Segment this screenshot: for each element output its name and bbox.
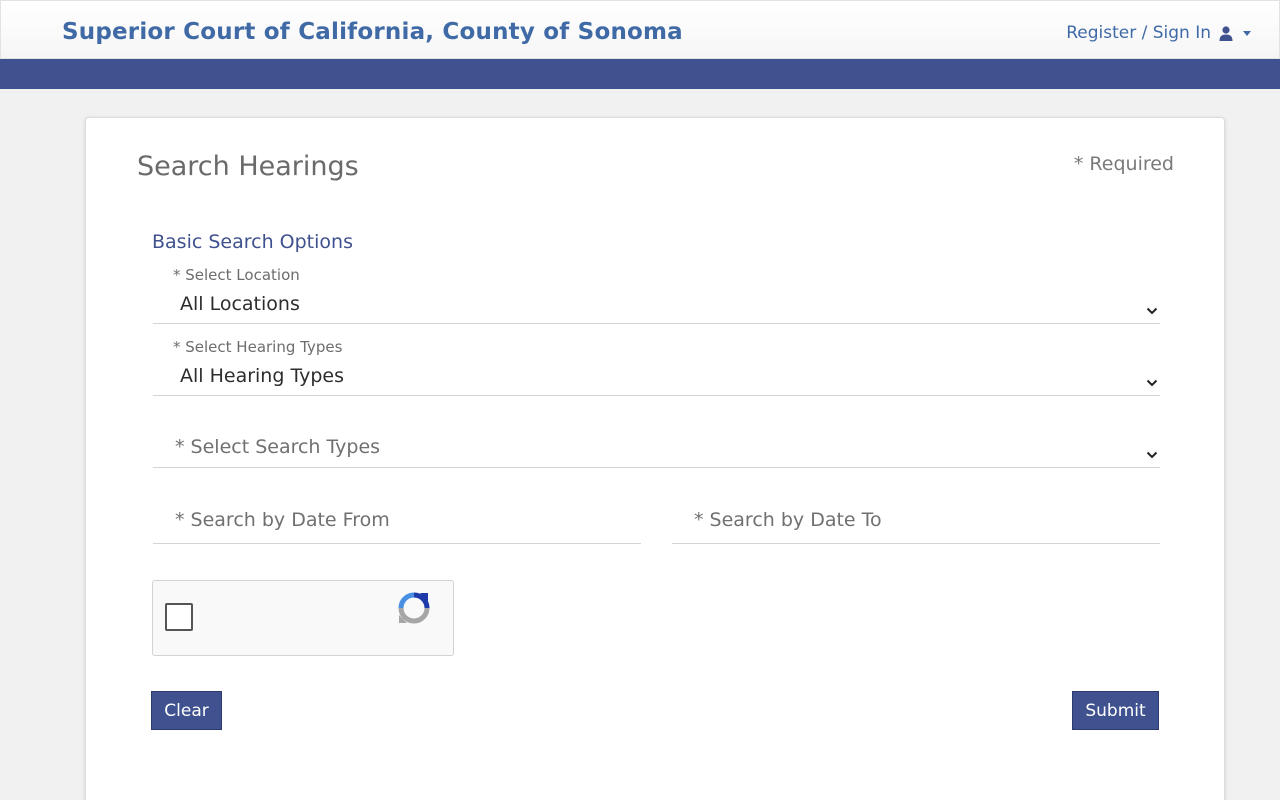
location-select[interactable]: * Select Location All Locations: [153, 264, 1160, 324]
register-signin-menu[interactable]: Register / Sign In: [1066, 23, 1251, 43]
date-to-placeholder: * Search by Date To: [694, 509, 882, 531]
recaptcha-checkbox[interactable]: [165, 603, 193, 631]
search-types-select[interactable]: * Select Search Types: [153, 418, 1160, 468]
header-band: [0, 59, 1280, 89]
search-hearings-card: Search Hearings * Required Basic Search …: [85, 117, 1225, 800]
date-from-input[interactable]: * Search by Date From: [153, 498, 641, 544]
user-icon: [1219, 25, 1233, 41]
clear-button[interactable]: Clear: [151, 691, 222, 730]
basic-search-options-heading: Basic Search Options: [152, 231, 353, 253]
submit-button[interactable]: Submit: [1072, 691, 1159, 730]
page-title: Search Hearings: [137, 151, 359, 182]
required-note: * Required: [1073, 153, 1174, 175]
caret-down-icon: [1243, 30, 1251, 36]
chevron-down-icon: [1146, 372, 1158, 391]
search-types-placeholder: * Select Search Types: [175, 436, 381, 458]
top-navbar: Superior Court of California, County of …: [0, 0, 1280, 59]
location-value: All Locations: [180, 293, 300, 315]
hearing-types-value: All Hearing Types: [180, 365, 344, 387]
chevron-down-icon: [1146, 300, 1158, 319]
date-to-input[interactable]: * Search by Date To: [672, 498, 1160, 544]
hearing-types-label: * Select Hearing Types: [173, 338, 343, 356]
date-from-placeholder: * Search by Date From: [175, 509, 390, 531]
hearing-types-select[interactable]: * Select Hearing Types All Hearing Types: [153, 336, 1160, 396]
recaptcha-widget: [152, 580, 454, 656]
signin-label: Register / Sign In: [1066, 23, 1211, 43]
location-label: * Select Location: [173, 266, 300, 284]
chevron-down-icon: [1146, 444, 1158, 463]
recaptcha-logo-icon: [397, 591, 431, 629]
site-title[interactable]: Superior Court of California, County of …: [62, 19, 683, 45]
